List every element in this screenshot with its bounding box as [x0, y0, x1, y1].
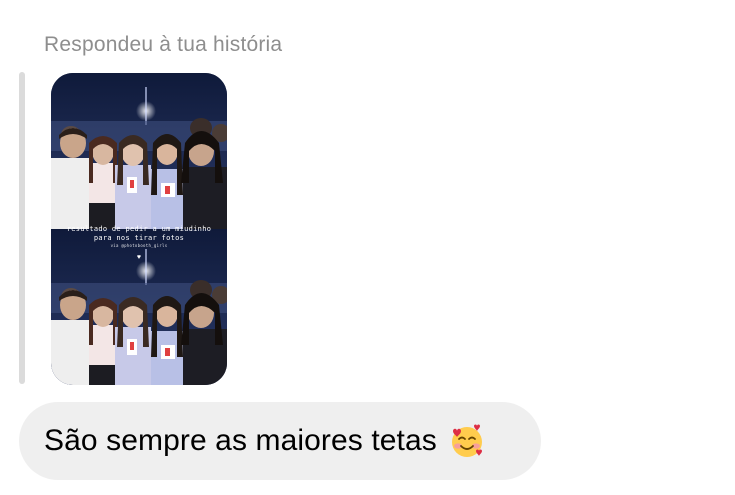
heart-icon: ♥ [136, 254, 142, 261]
message-text: São sempre as maiores tetas [44, 424, 437, 457]
photo-frame-top [51, 73, 227, 229]
story-caption: resultado de pedir a um miudinho para no… [51, 225, 227, 249]
story-caption-line-2: para nos tirar fotos [93, 234, 185, 242]
reply-indicator-bar [19, 72, 25, 384]
smiling-face-with-hearts-icon [449, 423, 485, 459]
photo-frame-bottom [51, 229, 227, 385]
reply-context-label: Respondeu à tua história [44, 33, 283, 56]
story-caption-small: via @photobooth_girls [110, 243, 168, 248]
story-caption-line-1: resultado de pedir a um miudinho [66, 225, 212, 233]
replied-story-thumbnail[interactable]: resultado de pedir a um miudinho para no… [51, 73, 227, 385]
message-bubble[interactable]: São sempre as maiores tetas [19, 402, 541, 480]
